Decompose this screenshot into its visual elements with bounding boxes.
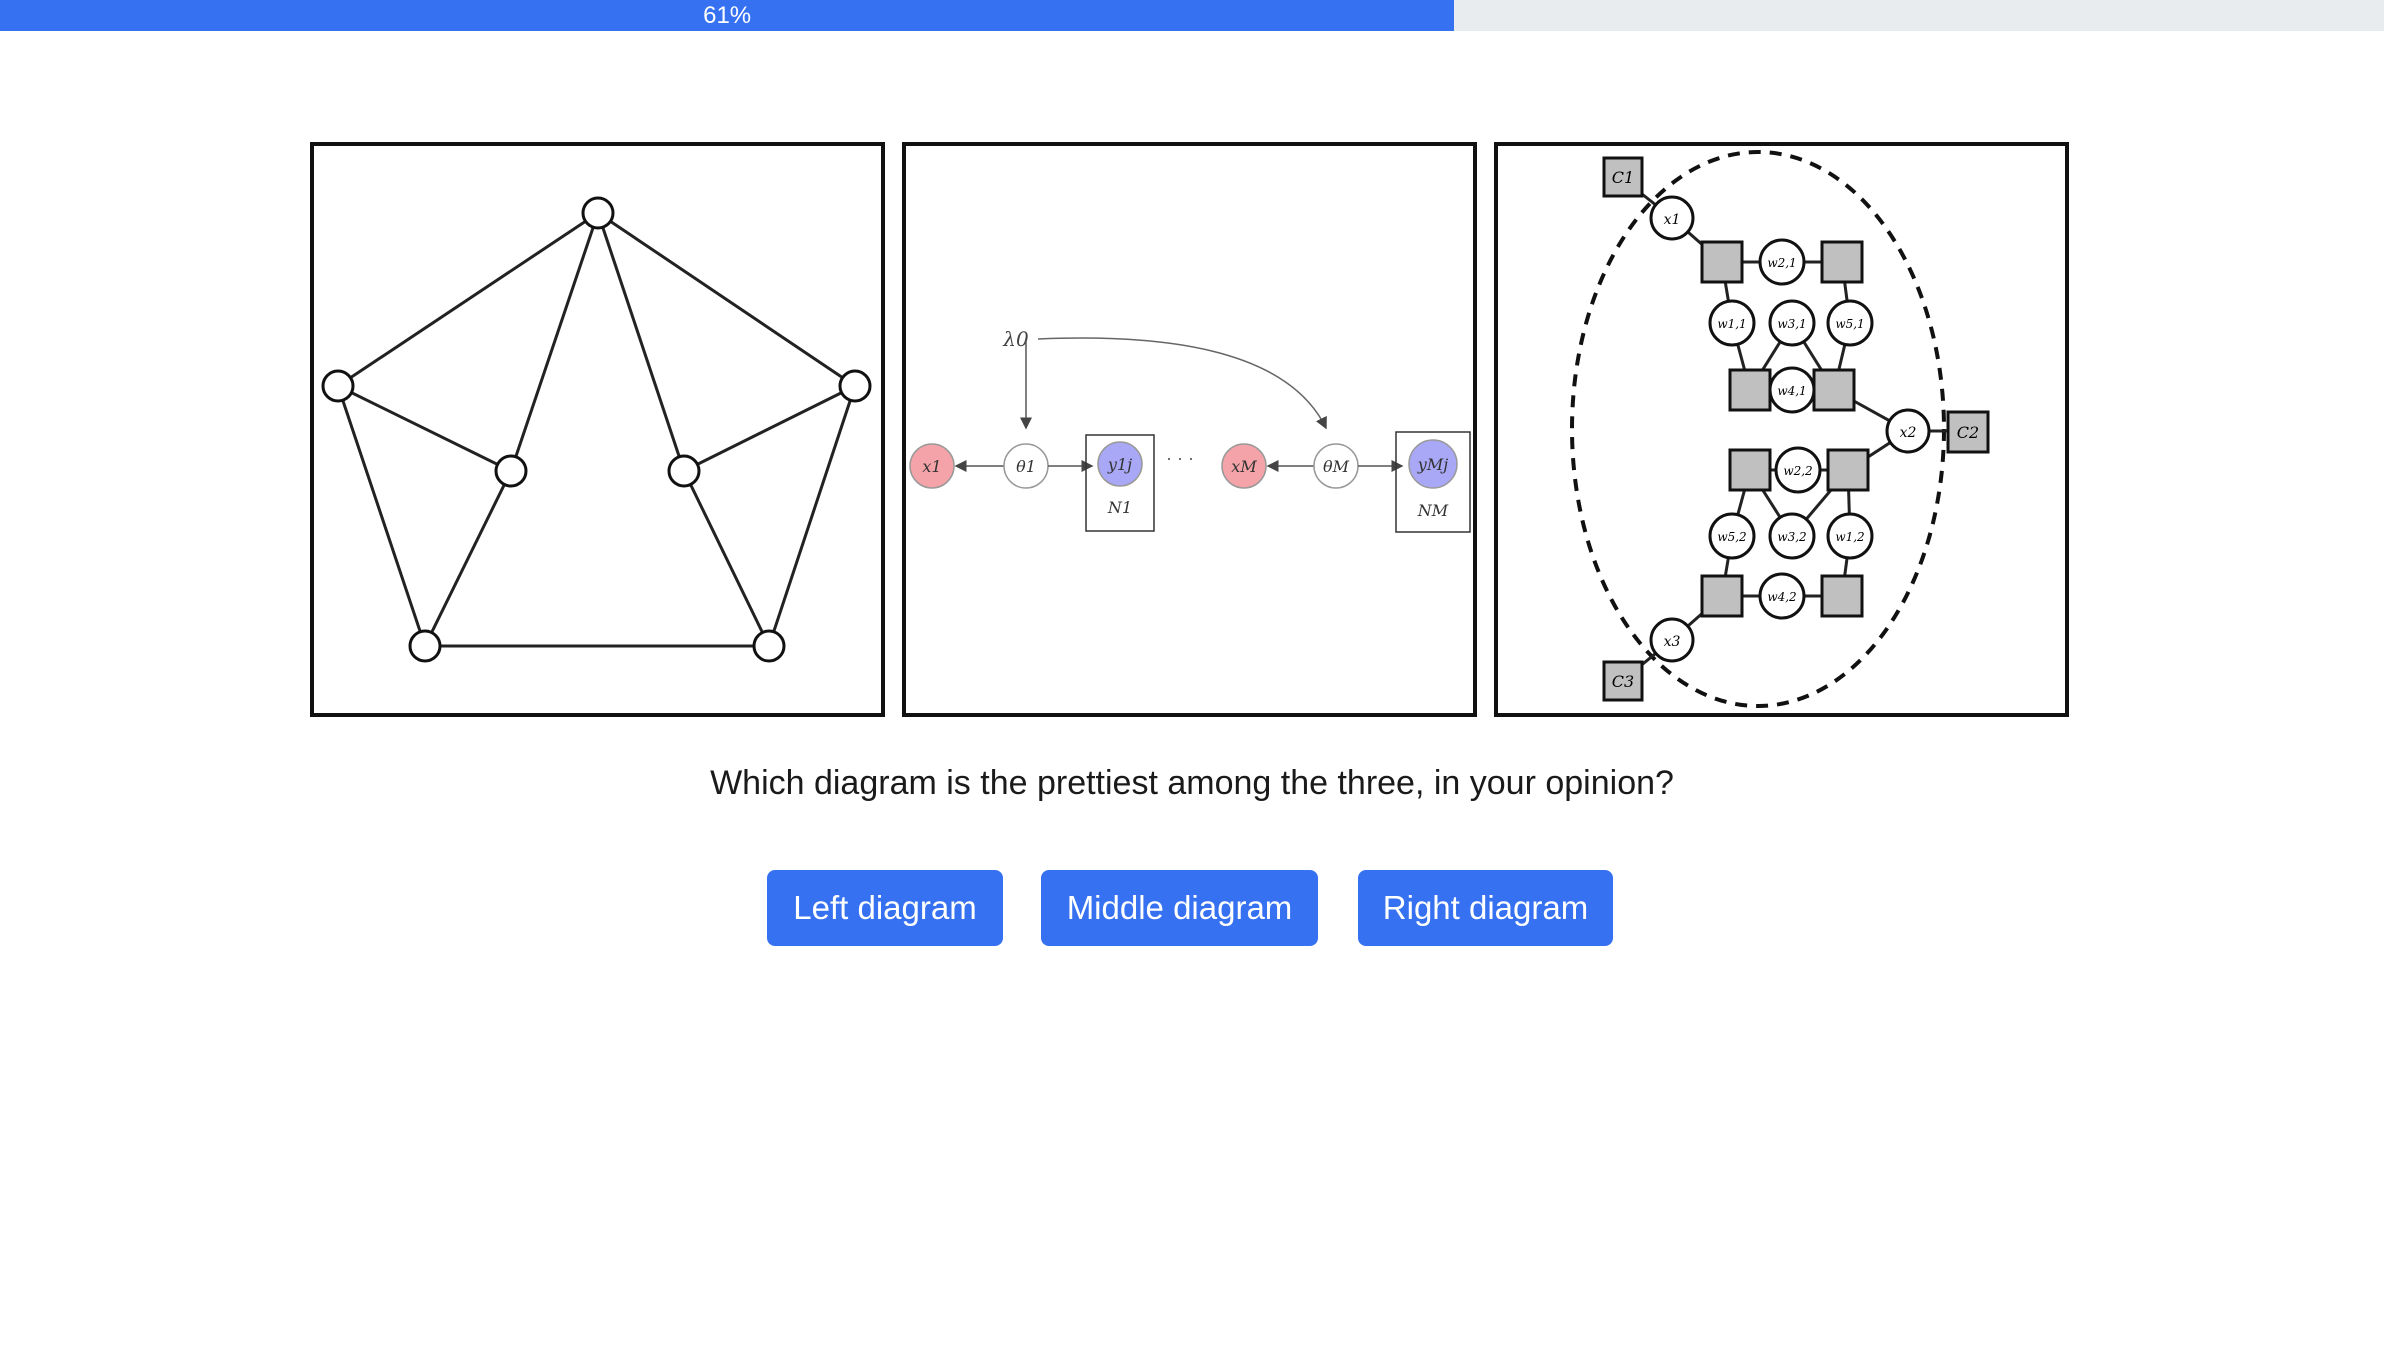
graph-node-top bbox=[581, 196, 615, 230]
graph-node-inner-left bbox=[494, 454, 528, 488]
graph-node-right bbox=[838, 369, 872, 403]
svg-text:w5,1: w5,1 bbox=[1835, 317, 1864, 331]
svg-text:w3,1: w3,1 bbox=[1777, 317, 1806, 331]
svg-text:C1: C1 bbox=[1612, 168, 1634, 187]
svg-text:x3: x3 bbox=[1664, 634, 1681, 650]
graph-node-inner-right bbox=[667, 454, 701, 488]
svg-text:θM: θM bbox=[1323, 457, 1350, 476]
progress-bar-fill: 61% bbox=[0, 0, 1455, 31]
lambda-label: λ0 bbox=[1002, 327, 1029, 351]
right-diagram-button[interactable]: Right diagram bbox=[1358, 870, 1613, 946]
left-diagram-panel[interactable] bbox=[310, 142, 885, 717]
question-text: Which diagram is the prettiest among the… bbox=[710, 764, 1674, 802]
svg-text:w1,2: w1,2 bbox=[1835, 530, 1864, 544]
svg-text:NM: NM bbox=[1417, 501, 1449, 520]
left-diagram-button[interactable]: Left diagram bbox=[767, 870, 1003, 946]
graph-node-bottom-right bbox=[752, 629, 786, 663]
svg-text:w2,2: w2,2 bbox=[1783, 464, 1812, 478]
svg-text:w3,2: w3,2 bbox=[1777, 530, 1806, 544]
svg-text:x1: x1 bbox=[1664, 212, 1681, 228]
svg-text:xM: xM bbox=[1231, 457, 1257, 476]
right-diagram: C1 C2 C3 x1 x2 x3 w2,1 w1,1 w3,1 w5,1 w4… bbox=[1570, 150, 1990, 708]
svg-text:y1j: y1j bbox=[1107, 455, 1132, 474]
left-diagram-edges bbox=[336, 211, 857, 648]
left-diagram bbox=[321, 196, 872, 663]
svg-text:yMj: yMj bbox=[1417, 455, 1448, 474]
diagram-panels: λ0 x1 θ1 y1j N1 · · · xM θM yMj NM C1 C2… bbox=[310, 142, 2069, 717]
svg-text:x2: x2 bbox=[1900, 425, 1917, 441]
middle-diagram-panel[interactable]: λ0 x1 θ1 y1j N1 · · · xM θM yMj NM bbox=[902, 142, 1477, 717]
middle-diagram: λ0 x1 θ1 y1j N1 · · · xM θM yMj NM bbox=[909, 327, 1471, 533]
svg-text:x1: x1 bbox=[922, 457, 941, 476]
svg-text:w2,1: w2,1 bbox=[1767, 256, 1796, 270]
svg-text:w4,1: w4,1 bbox=[1777, 384, 1806, 398]
right-diagram-panel[interactable]: C1 C2 C3 x1 x2 x3 w2,1 w1,1 w3,1 w5,1 w4… bbox=[1494, 142, 2069, 717]
svg-text:w5,2: w5,2 bbox=[1717, 530, 1746, 544]
graph-node-bottom-left bbox=[408, 629, 442, 663]
svg-text:C3: C3 bbox=[1612, 672, 1634, 691]
svg-text:· · ·: · · · bbox=[1166, 448, 1194, 468]
progress-bar: 61% bbox=[0, 0, 2384, 31]
svg-text:w4,2: w4,2 bbox=[1767, 590, 1796, 604]
svg-text:w1,1: w1,1 bbox=[1717, 317, 1746, 331]
svg-text:N1: N1 bbox=[1107, 498, 1132, 517]
svg-text:θ1: θ1 bbox=[1016, 457, 1036, 476]
middle-diagram-button[interactable]: Middle diagram bbox=[1041, 870, 1318, 946]
svg-text:C2: C2 bbox=[1957, 423, 1979, 442]
graph-node-left bbox=[321, 369, 355, 403]
